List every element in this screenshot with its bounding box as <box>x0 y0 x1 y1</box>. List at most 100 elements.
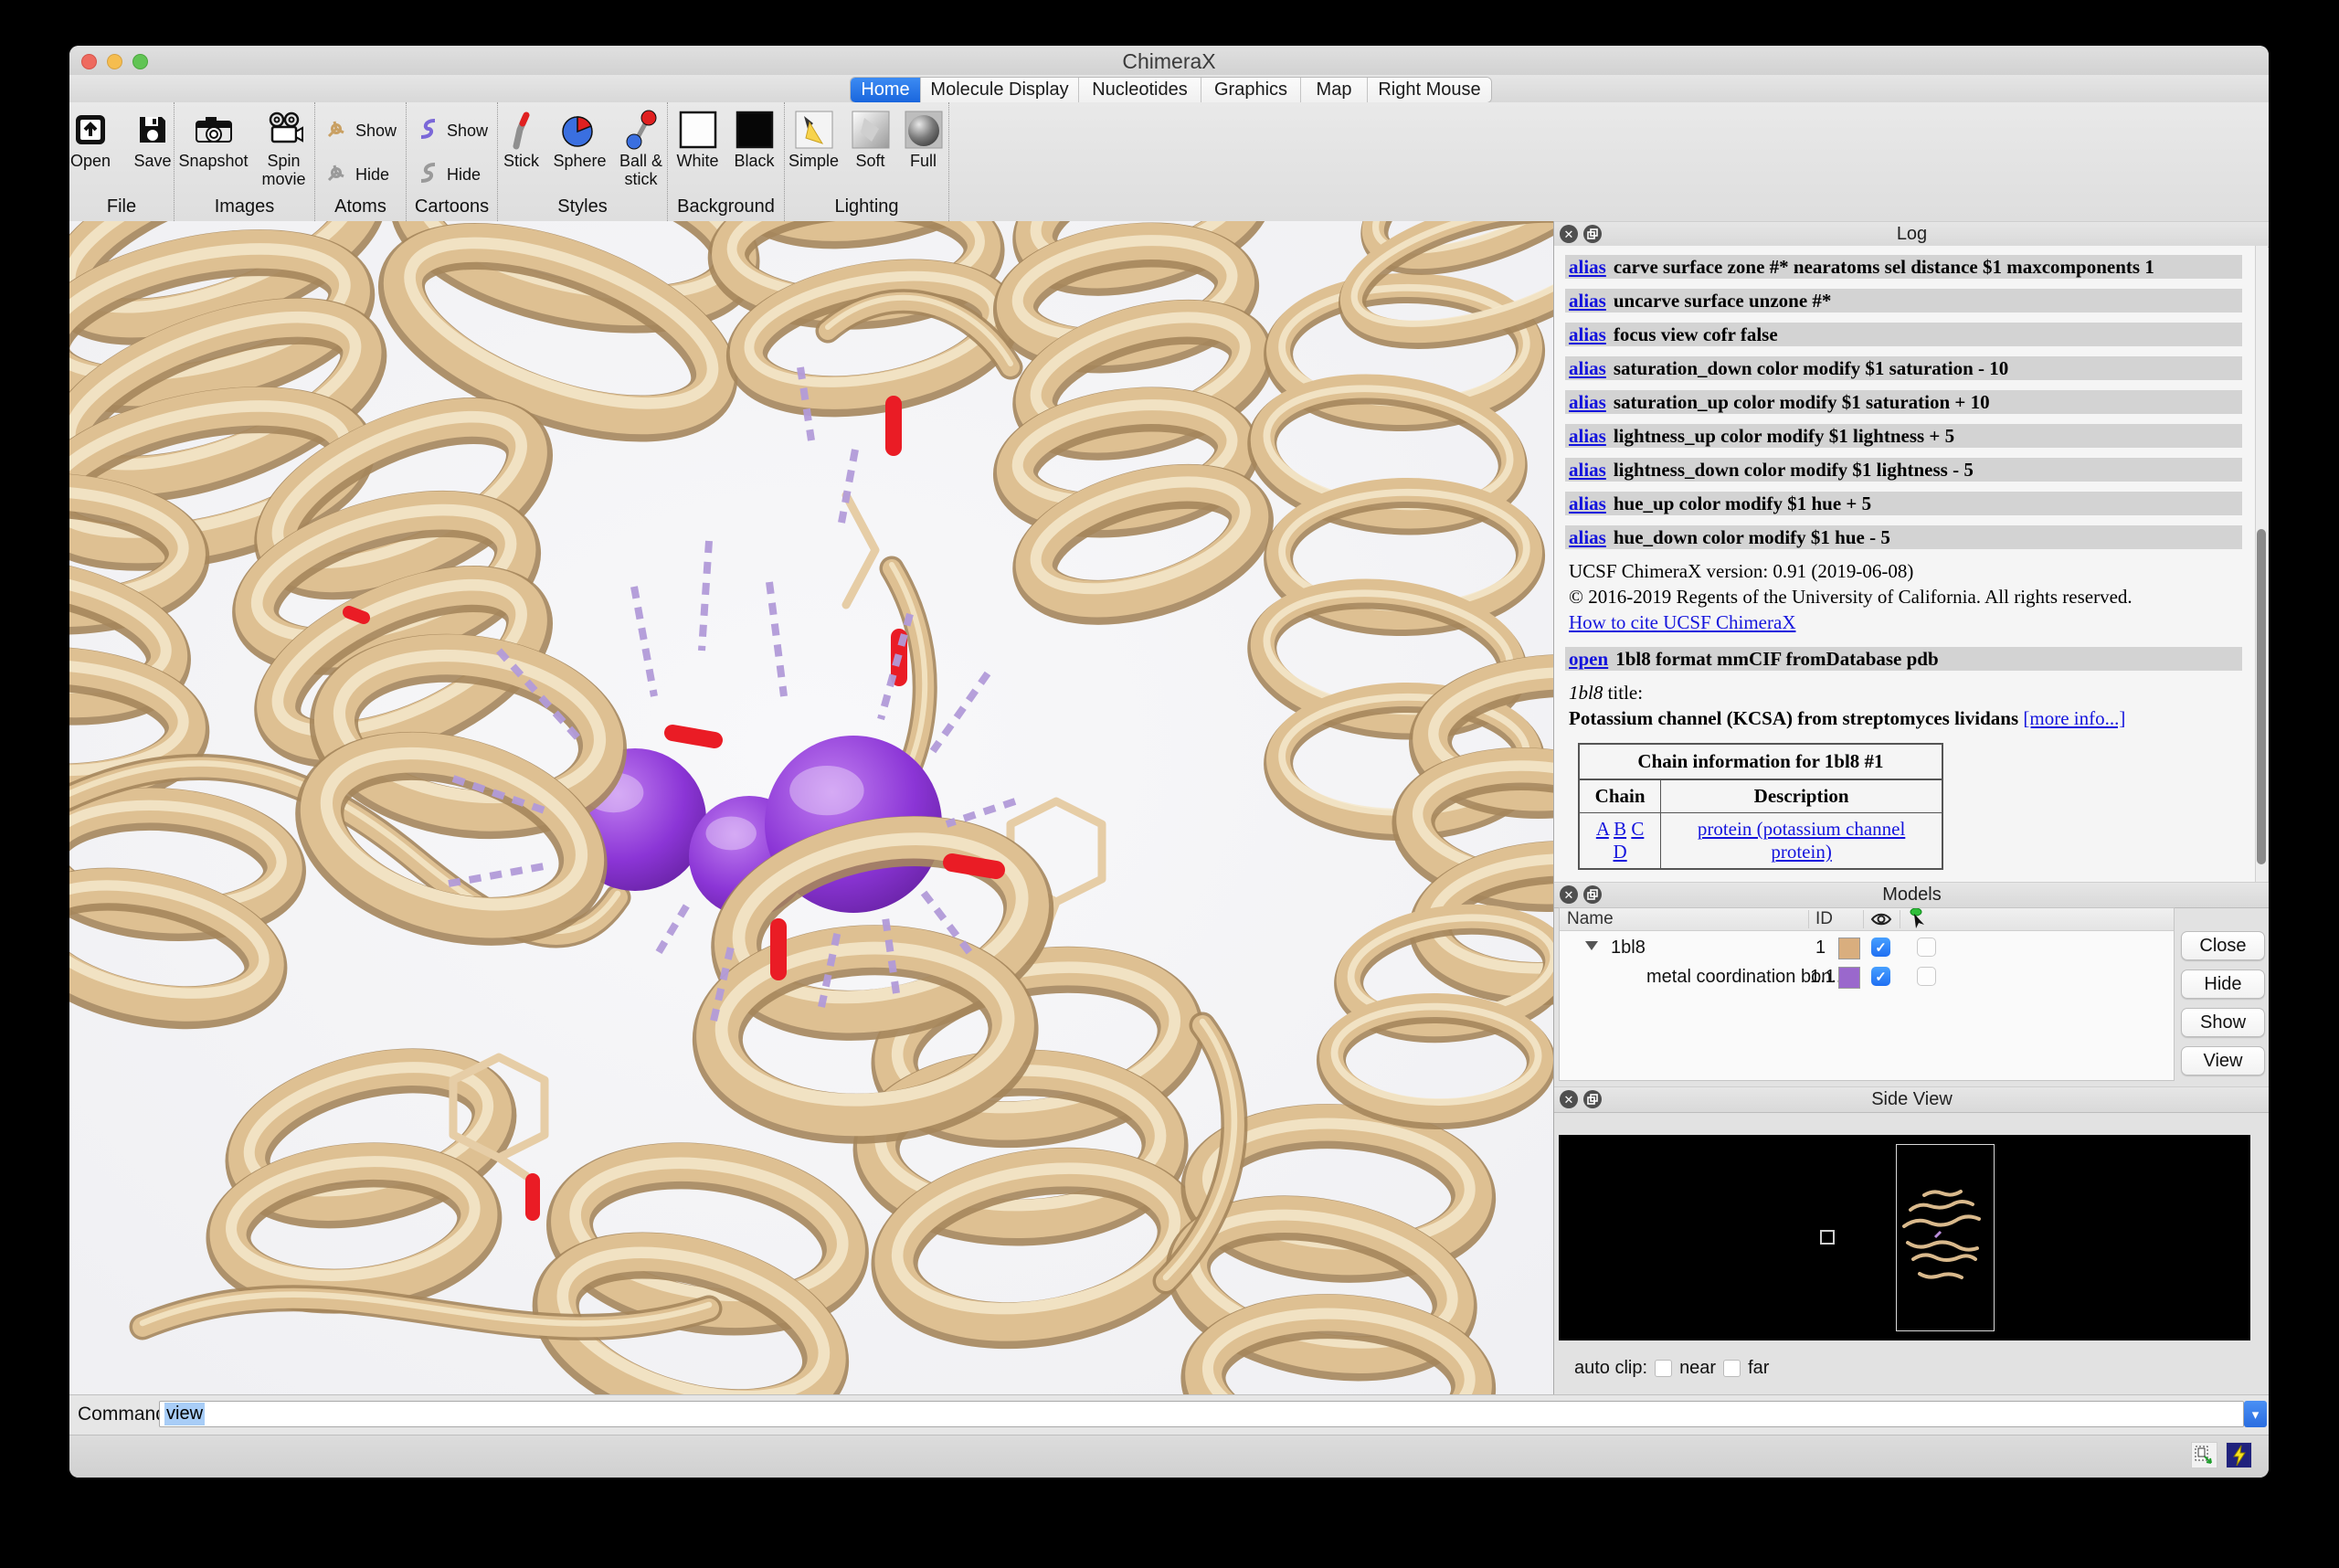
model-color-swatch[interactable] <box>1838 967 1860 989</box>
more-info-link[interactable]: [more info...] <box>2023 707 2125 729</box>
open-button[interactable]: Open <box>69 110 117 170</box>
alias-link[interactable]: alias <box>1569 425 1606 447</box>
log-scrollbar-thumb[interactable] <box>2257 529 2266 864</box>
alias-link[interactable]: alias <box>1569 323 1606 345</box>
spin-movie-button[interactable]: Spin movie <box>258 110 311 188</box>
cartoons-show-button[interactable]: Show <box>416 114 488 149</box>
alias-link[interactable]: alias <box>1569 493 1606 514</box>
cite-link[interactable]: How to cite UCSF ChimeraX <box>1569 611 1795 633</box>
models-show-button[interactable]: Show <box>2181 1008 2265 1037</box>
toolbar-section-cartoons: Show Hide Cartoons <box>407 102 498 221</box>
disclosure-triangle-icon[interactable] <box>1585 941 1598 950</box>
model-row-1bl8[interactable]: 1bl8 1 <box>1560 936 2174 961</box>
soft-lighting-button[interactable]: Soft <box>849 110 893 170</box>
tab-graphics[interactable]: Graphics <box>1201 78 1301 102</box>
open-icon <box>70 110 111 150</box>
toolbar-section-atoms: Show Hide Atoms <box>315 102 407 221</box>
toolbar-section-file: Open Save File <box>69 102 175 221</box>
alias-link[interactable]: alias <box>1569 391 1606 413</box>
log-line: aliassaturation_down color modify $1 sat… <box>1565 356 2242 380</box>
log-body[interactable]: aliascarve surface zone #* nearatoms sel… <box>1554 246 2255 882</box>
atoms-show-button[interactable]: Show <box>324 114 397 149</box>
log-line: aliaslightness_up color modify $1 lightn… <box>1565 424 2242 448</box>
alias-link[interactable]: alias <box>1569 459 1606 481</box>
alias-link[interactable]: alias <box>1569 256 1606 278</box>
molecule-3d-view[interactable] <box>69 221 1553 1394</box>
side-view-body: auto clip: near far <box>1554 1086 2269 1394</box>
near-label: near <box>1679 1358 1716 1379</box>
model-row-metal-coordination[interactable]: metal coordination bon... 1.1 <box>1560 965 2174 991</box>
stick-style-button[interactable]: Stick <box>498 110 544 170</box>
far-clip-checkbox[interactable] <box>1723 1360 1741 1377</box>
shown-column-eye-icon[interactable] <box>1870 911 1892 933</box>
name-column-header[interactable]: Name <box>1567 909 1614 929</box>
chain-c-link[interactable]: C <box>1631 818 1644 840</box>
models-hide-button[interactable]: Hide <box>2181 969 2265 999</box>
white-swatch <box>678 110 718 150</box>
models-view-button[interactable]: View <box>2181 1046 2265 1075</box>
alias-link[interactable]: alias <box>1569 357 1606 379</box>
version-line: UCSF ChimeraX version: 0.91 (2019-06-08) <box>1565 559 2242 583</box>
alias-link[interactable]: alias <box>1569 290 1606 312</box>
near-clip-checkbox[interactable] <box>1655 1360 1672 1377</box>
auto-clip-label: auto clip: <box>1574 1358 1647 1379</box>
tab-right-mouse[interactable]: Right Mouse <box>1368 78 1491 102</box>
full-lighting-icon <box>904 110 944 150</box>
tab-map[interactable]: Map <box>1301 78 1368 102</box>
section-label-background: Background <box>677 196 775 221</box>
command-input[interactable]: view <box>159 1401 2244 1427</box>
ribbon-tabs: Home Molecule Display Nucleotides Graphi… <box>850 77 1492 103</box>
cartoons-hide-button[interactable]: Hide <box>416 158 481 193</box>
chain-a-link[interactable]: A <box>1596 818 1609 840</box>
chain-d-link[interactable]: D <box>1614 841 1627 863</box>
black-background-button[interactable]: Black <box>731 110 778 170</box>
tab-nucleotides[interactable]: Nucleotides <box>1079 78 1201 102</box>
command-history-dropdown[interactable] <box>2244 1401 2267 1427</box>
side-view-canvas[interactable] <box>1559 1135 2250 1340</box>
log-line: aliaslightness_down color modify $1 ligh… <box>1565 458 2242 482</box>
atoms-hide-button[interactable]: Hide <box>324 158 389 193</box>
tab-home[interactable]: Home <box>851 78 921 102</box>
log-scrollbar[interactable] <box>2255 246 2268 882</box>
home-toolbar: Open Save File <box>69 102 2269 222</box>
full-lighting-button[interactable]: Full <box>902 110 946 170</box>
model-color-swatch[interactable] <box>1838 938 1860 959</box>
sphere-icon <box>559 110 599 150</box>
copyright-line: © 2016-2019 Regents of the University of… <box>1565 585 2242 609</box>
chain-col-header: Chain <box>1579 779 1661 813</box>
alias-link[interactable]: alias <box>1569 526 1606 548</box>
model-shown-checkbox[interactable] <box>1871 967 1890 986</box>
pdb-title-label: 1bl8 title: <box>1565 681 2242 705</box>
window-title: ChimeraX <box>69 49 2269 74</box>
titlebar: ChimeraX <box>69 46 2269 76</box>
chain-description-link[interactable]: protein (potassium channel protein) <box>1698 818 1905 863</box>
models-close-button[interactable]: Close <box>2181 931 2265 960</box>
id-column-header[interactable]: ID <box>1815 909 1833 929</box>
select-column-pointer-icon[interactable] <box>1907 908 1927 936</box>
chain-description-cell: protein (potassium channel protein) <box>1661 813 1942 870</box>
chain-b-link[interactable]: B <box>1614 818 1626 840</box>
chain-info-table: Chain information for 1bl8 #1 Chain Desc… <box>1578 743 1943 870</box>
save-button[interactable]: Save <box>126 110 179 170</box>
model-shown-checkbox[interactable] <box>1871 938 1890 957</box>
fast-mode-lightning-icon[interactable] <box>2226 1442 2252 1468</box>
open-link[interactable]: open <box>1569 648 1608 670</box>
toolbar-section-background: White Black Background <box>668 102 785 221</box>
model-select-checkbox[interactable] <box>1917 938 1936 957</box>
log-line: aliashue_up color modify $1 hue + 5 <box>1565 492 2242 515</box>
ball-stick-style-button[interactable]: Ball & stick <box>616 110 667 188</box>
snapshot-button[interactable]: Snapshot <box>178 110 248 170</box>
cite-line: How to cite UCSF ChimeraX <box>1565 610 2242 634</box>
white-background-button[interactable]: White <box>674 110 722 170</box>
sphere-style-button[interactable]: Sphere <box>553 110 606 170</box>
tab-molecule-display[interactable]: Molecule Display <box>921 78 1079 102</box>
simple-lighting-button[interactable]: Simple <box>788 110 840 170</box>
models-body: Name ID <box>1554 882 2269 1083</box>
model-select-checkbox[interactable] <box>1917 967 1936 986</box>
chimerax-window: ChimeraX Home Molecule Display Nucleotid… <box>69 46 2269 1478</box>
command-bar: Command: view <box>69 1394 2269 1436</box>
selection-tool-icon[interactable] <box>2191 1442 2217 1468</box>
models-table: Name ID <box>1559 907 2175 1081</box>
section-label-lighting: Lighting <box>834 196 898 221</box>
command-label: Command: <box>78 1404 172 1425</box>
